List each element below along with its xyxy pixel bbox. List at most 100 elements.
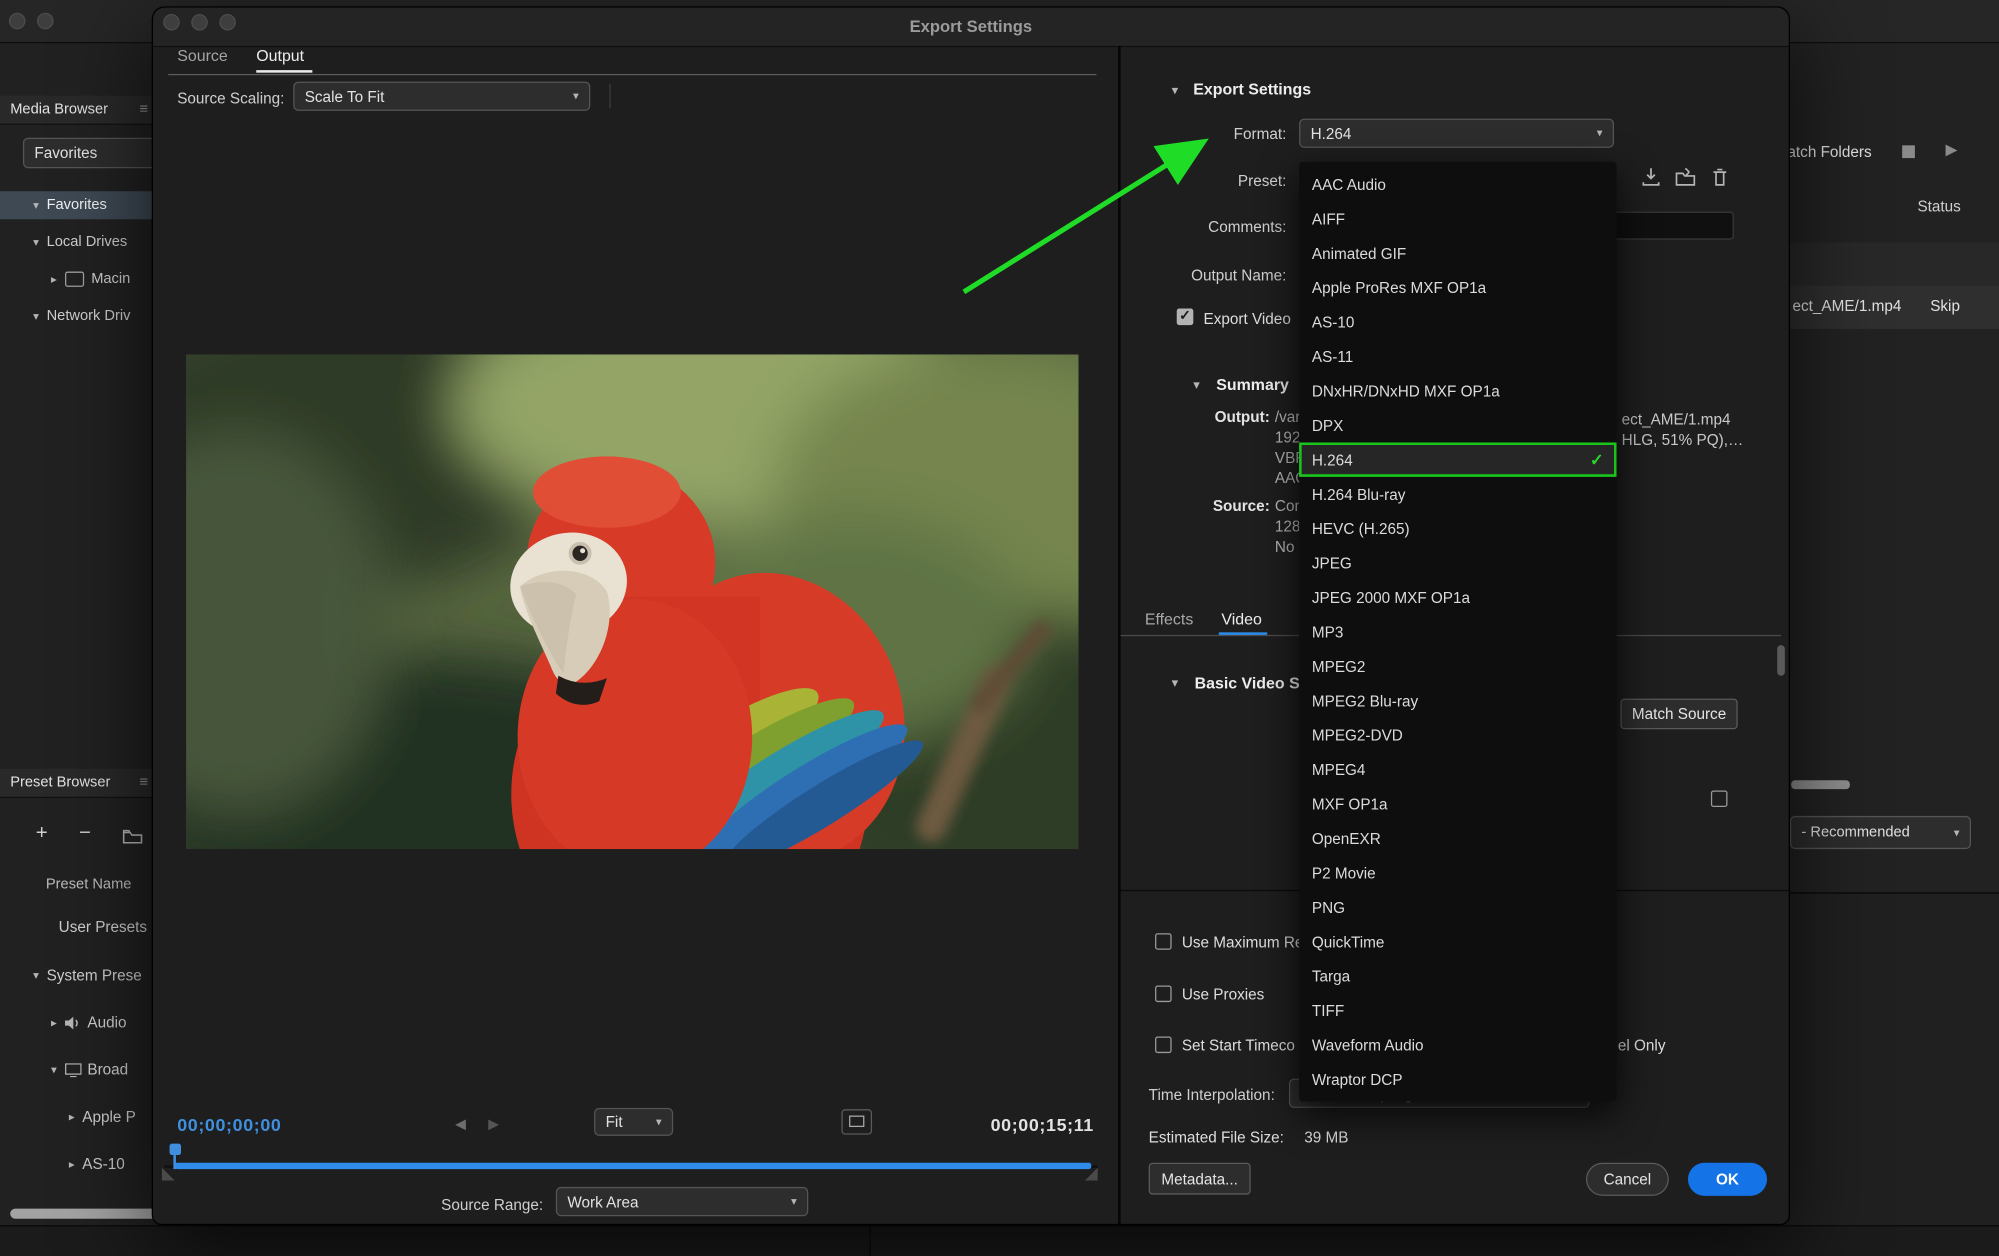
chevron-down-icon[interactable]: ▾: [1172, 84, 1178, 98]
preset-row-broadcast[interactable]: ▾ Broad: [0, 1051, 158, 1089]
format-option[interactable]: MP3: [1299, 615, 1616, 649]
summary-section-header[interactable]: Summary: [1216, 376, 1289, 394]
format-option[interactable]: Waveform Audio: [1299, 1028, 1616, 1062]
use-max-render-checkbox[interactable]: [1155, 933, 1172, 950]
preset-row-audio[interactable]: ▸ Audio: [0, 1003, 158, 1041]
format-option[interactable]: DPX: [1299, 408, 1616, 442]
source-scaling-label: Source Scaling:: [177, 89, 284, 107]
bg-traffic-light-2[interactable]: [37, 13, 54, 30]
panel-menu-icon[interactable]: ≡: [139, 102, 148, 117]
chevron-down-icon[interactable]: ▾: [33, 235, 39, 249]
cancel-button[interactable]: Cancel: [1586, 1163, 1669, 1196]
chevron-down-icon[interactable]: ▾: [33, 309, 39, 323]
new-folder-icon[interactable]: [122, 829, 142, 844]
remove-preset-button[interactable]: −: [79, 822, 91, 845]
chevron-right-icon[interactable]: ▸: [51, 272, 57, 286]
chevron-down-icon[interactable]: ▾: [1193, 379, 1199, 393]
format-option[interactable]: MPEG2: [1299, 649, 1616, 683]
format-dropdown[interactable]: H.264 ▾: [1299, 119, 1614, 148]
chevron-down-icon[interactable]: ▾: [33, 968, 39, 982]
bg-traffic-light-1[interactable]: [9, 13, 26, 30]
favorites-dropdown[interactable]: Favorites: [23, 138, 158, 169]
match-source-button[interactable]: Match Source: [1620, 699, 1737, 730]
import-preset-icon[interactable]: [1675, 167, 1695, 187]
sidebar-item-macintosh[interactable]: ▸ Macin: [0, 265, 158, 293]
sidebar-item-network-drives[interactable]: ▾ Network Driv: [0, 302, 158, 330]
chevron-right-icon[interactable]: ▸: [51, 1015, 57, 1029]
chevron-right-icon[interactable]: ▸: [69, 1110, 75, 1124]
format-option[interactable]: JPEG 2000 MXF OP1a: [1299, 580, 1616, 614]
crop-button[interactable]: [841, 1109, 872, 1134]
current-timecode[interactable]: 00;00;00;00: [177, 1114, 281, 1134]
vertical-scrollbar-thumb[interactable]: [1777, 645, 1785, 676]
add-preset-button[interactable]: +: [36, 822, 48, 845]
save-preset-icon[interactable]: [1641, 167, 1661, 187]
panel-menu-icon[interactable]: ≡: [139, 775, 148, 790]
preset-row-user-presets[interactable]: User Presets: [0, 908, 158, 946]
set-start-timecode-checkbox[interactable]: [1155, 1036, 1172, 1053]
ok-button[interactable]: OK: [1688, 1163, 1767, 1196]
source-range-dropdown[interactable]: Work Area ▾: [556, 1187, 808, 1216]
queue-row[interactable]: ect_AME/1.mp4 Skip: [1790, 286, 1999, 329]
format-option[interactable]: TIFF: [1299, 993, 1616, 1027]
tab-source[interactable]: Source: [177, 47, 227, 65]
export-settings-section-header[interactable]: Export Settings: [1193, 80, 1311, 98]
queue-horizontal-scrollbar[interactable]: [1791, 780, 1850, 789]
format-option[interactable]: Animated GIF: [1299, 236, 1616, 270]
format-option[interactable]: Wraptor DCP: [1299, 1062, 1616, 1096]
timeline-bar[interactable]: [175, 1163, 1092, 1169]
format-option[interactable]: MPEG2-DVD: [1299, 718, 1616, 752]
use-proxies-checkbox[interactable]: [1155, 985, 1172, 1002]
stop-icon[interactable]: [1902, 145, 1915, 158]
render-option-checkbox[interactable]: [1711, 790, 1728, 807]
dialog-titlebar[interactable]: Export Settings: [153, 8, 1789, 48]
format-option[interactable]: DNxHR/DNxHD MXF OP1a: [1299, 374, 1616, 408]
source-scaling-dropdown[interactable]: Scale To Fit ▾: [293, 82, 590, 111]
basic-video-section-header[interactable]: Basic Video Se: [1195, 674, 1309, 692]
format-option[interactable]: MPEG4: [1299, 752, 1616, 786]
zoom-level-dropdown[interactable]: Fit ▾: [594, 1108, 673, 1136]
preset-row-apple[interactable]: ▸ Apple P: [0, 1098, 158, 1136]
format-option[interactable]: JPEG: [1299, 546, 1616, 580]
format-option[interactable]: OpenEXR: [1299, 821, 1616, 855]
tab-output[interactable]: Output: [256, 47, 304, 65]
queue-row-band: [1790, 242, 1999, 285]
format-option-selected[interactable]: H.264 ✓: [1299, 442, 1616, 476]
format-option[interactable]: MXF OP1a: [1299, 787, 1616, 821]
format-option[interactable]: AAC Audio: [1299, 167, 1616, 201]
trim-in-handle[interactable]: [162, 1168, 175, 1181]
prev-frame-icon[interactable]: ◀: [455, 1116, 466, 1133]
metadata-button[interactable]: Metadata...: [1149, 1163, 1251, 1195]
format-option[interactable]: QuickTime: [1299, 924, 1616, 958]
delete-preset-icon[interactable]: [1710, 167, 1730, 187]
tab-effects[interactable]: Effects: [1145, 611, 1193, 629]
estimated-file-size-label: Estimated File Size:: [1149, 1128, 1284, 1146]
play-icon[interactable]: ▶: [1945, 140, 1957, 158]
chevron-down-icon[interactable]: ▾: [33, 198, 39, 212]
export-video-checkbox[interactable]: ✓: [1177, 309, 1194, 326]
format-option[interactable]: AS-10: [1299, 305, 1616, 339]
next-frame-icon[interactable]: ▶: [488, 1116, 499, 1133]
format-option[interactable]: Targa: [1299, 959, 1616, 993]
format-option[interactable]: AS-11: [1299, 339, 1616, 373]
format-option[interactable]: Apple ProRes MXF OP1a: [1299, 270, 1616, 304]
format-option[interactable]: MPEG2 Blu-ray: [1299, 683, 1616, 717]
chevron-down-icon[interactable]: ▾: [51, 1063, 57, 1077]
preset-name-column-header[interactable]: Preset Name: [46, 877, 132, 892]
format-option[interactable]: H.264 Blu-ray: [1299, 477, 1616, 511]
format-option[interactable]: AIFF: [1299, 201, 1616, 235]
format-option[interactable]: PNG: [1299, 890, 1616, 924]
preset-row-system-presets[interactable]: ▾ System Prese: [0, 956, 158, 994]
chevron-down-icon[interactable]: ▾: [1172, 677, 1178, 691]
sidebar-item-local-drives[interactable]: ▾ Local Drives: [0, 228, 158, 256]
tab-video[interactable]: Video: [1221, 611, 1261, 629]
chevron-right-icon[interactable]: ▸: [69, 1157, 75, 1171]
queue-preset-dropdown[interactable]: - Recommended ▾: [1790, 816, 1971, 849]
sidebar-item-favorites[interactable]: ▾ Favorites: [0, 191, 158, 219]
format-option[interactable]: HEVC (H.265): [1299, 511, 1616, 545]
horizontal-scrollbar[interactable]: [10, 1209, 171, 1219]
format-option[interactable]: P2 Movie: [1299, 855, 1616, 889]
playhead-handle[interactable]: [170, 1144, 181, 1155]
preset-row-as10[interactable]: ▸ AS-10: [0, 1145, 158, 1183]
trim-out-handle[interactable]: [1085, 1168, 1098, 1181]
